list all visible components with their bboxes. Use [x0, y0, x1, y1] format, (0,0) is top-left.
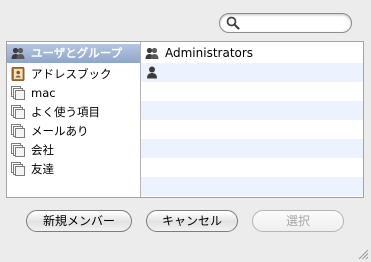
- empty-row: [141, 101, 363, 120]
- source-item-favorites[interactable]: よく使う項目: [7, 103, 140, 122]
- group-card-icon: [11, 86, 25, 100]
- address-book-icon: [11, 67, 25, 81]
- empty-row: [141, 139, 363, 158]
- group-card-icon: [11, 105, 25, 119]
- users-icon: [11, 47, 25, 59]
- member-row-administrators[interactable]: Administrators: [141, 44, 363, 63]
- empty-row: [141, 177, 363, 196]
- source-item-label: 会社: [31, 143, 54, 157]
- member-list: Administrators: [141, 42, 363, 197]
- source-item-label: ユーザとグループ: [31, 46, 123, 60]
- resize-grip-icon[interactable]: [357, 248, 369, 260]
- source-item-label: 友達: [31, 162, 54, 176]
- select-button[interactable]: 選択: [252, 210, 344, 232]
- source-item-label: アドレスブック: [31, 67, 112, 81]
- source-item-label: メールあり: [31, 124, 89, 138]
- cancel-button[interactable]: キャンセル: [146, 210, 238, 232]
- member-row-user[interactable]: [141, 63, 363, 82]
- empty-row: [141, 158, 363, 177]
- source-item-users-and-groups[interactable]: ユーザとグループ: [7, 44, 140, 63]
- member-label: Administrators: [165, 46, 254, 60]
- group-card-icon: [11, 162, 25, 176]
- empty-row: [141, 120, 363, 139]
- group-icon: [145, 47, 159, 59]
- search-field[interactable]: [219, 13, 352, 33]
- search-icon: [226, 16, 240, 30]
- new-member-button[interactable]: 新規メンバー: [26, 210, 132, 232]
- group-card-icon: [11, 124, 25, 138]
- source-list: ユーザとグループ アドレスブック mac よく使う項目 メールあり 会社 友達: [7, 42, 141, 197]
- source-item-has-mail[interactable]: メールあり: [7, 122, 140, 141]
- source-item-company[interactable]: 会社: [7, 141, 140, 160]
- picker-panel: ユーザとグループ アドレスブック mac よく使う項目 メールあり 会社 友達 …: [6, 41, 364, 198]
- source-item-mac[interactable]: mac: [7, 84, 140, 103]
- user-icon: [147, 66, 157, 79]
- search-input[interactable]: [242, 15, 346, 31]
- source-item-address-book[interactable]: アドレスブック: [7, 65, 140, 84]
- group-card-icon: [11, 143, 25, 157]
- source-item-friends[interactable]: 友達: [7, 160, 140, 179]
- source-item-label: よく使う項目: [31, 105, 100, 119]
- empty-row: [141, 82, 363, 101]
- source-item-label: mac: [31, 86, 56, 100]
